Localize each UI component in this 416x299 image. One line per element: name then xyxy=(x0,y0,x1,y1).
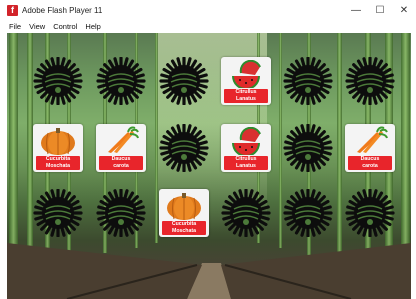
game-stage: Citrullus Lanatus Cucurbita Moschata Daucu… xyxy=(7,33,411,299)
memory-card-back[interactable] xyxy=(159,123,209,173)
pumpkin-icon xyxy=(41,128,75,155)
flash-app-icon: f xyxy=(7,4,18,16)
memory-card-back[interactable] xyxy=(96,188,146,238)
emblem-icon xyxy=(159,56,209,106)
memory-card-back[interactable] xyxy=(345,188,395,238)
card-label-line2: Lanatus xyxy=(236,96,256,102)
card-label-line1: Daucus xyxy=(111,156,131,162)
memory-card-back[interactable] xyxy=(221,188,271,238)
card-label: Daucus carota xyxy=(99,156,143,170)
card-label-line2: Moschata xyxy=(46,163,70,169)
emblem-icon xyxy=(283,56,333,106)
memory-card-face[interactable]: Citrullus Lanatus xyxy=(221,57,271,105)
title-bar: f Adobe Flash Player 11 — ☐ ✕ xyxy=(0,0,416,20)
card-label: Daucus carota xyxy=(348,156,392,170)
memory-card-face[interactable]: Cucurbita Moschata xyxy=(33,124,83,172)
emblem-icon xyxy=(96,188,146,238)
card-label-line2: Moschata xyxy=(172,228,196,234)
minimize-button[interactable]: — xyxy=(344,0,368,20)
card-label: Citrullus Lanatus xyxy=(224,156,268,170)
emblem-icon xyxy=(345,56,395,106)
window-title: Adobe Flash Player 11 xyxy=(22,5,103,15)
card-label: Cucurbita Moschata xyxy=(162,221,206,235)
memory-card-face[interactable]: Citrullus Lanatus xyxy=(221,124,271,172)
memory-card-back[interactable] xyxy=(96,56,146,106)
carrot-icon xyxy=(357,126,388,153)
card-label-line1: Cucurbita xyxy=(45,156,71,162)
card-label: Citrullus Lanatus xyxy=(224,89,268,103)
memory-card-back[interactable] xyxy=(283,56,333,106)
watermelon-icon xyxy=(232,60,261,88)
emblem-icon xyxy=(283,123,333,173)
emblem-icon xyxy=(345,188,395,238)
carrot-icon xyxy=(108,126,139,153)
memory-card-face[interactable]: Daucus carota xyxy=(96,124,146,172)
emblem-icon xyxy=(159,123,209,173)
window-controls: — ☐ ✕ xyxy=(344,0,416,20)
memory-card-back[interactable] xyxy=(345,56,395,106)
card-label: Cucurbita Moschata xyxy=(36,156,80,170)
menu-control[interactable]: Control xyxy=(49,22,81,31)
pumpkin-icon xyxy=(167,193,201,220)
card-label-line2: carota xyxy=(362,163,378,169)
card-picture xyxy=(33,124,83,158)
menu-help[interactable]: Help xyxy=(81,22,104,31)
menu-file[interactable]: File xyxy=(0,22,25,31)
card-picture xyxy=(96,124,146,158)
emblem-icon xyxy=(96,56,146,106)
memory-card-back[interactable] xyxy=(283,188,333,238)
emblem-icon xyxy=(221,188,271,238)
card-label-line2: carota xyxy=(113,163,129,169)
menu-bar: File View Control Help xyxy=(0,20,416,32)
memory-card-back[interactable] xyxy=(159,56,209,106)
watermelon-icon xyxy=(232,127,261,155)
maximize-button[interactable]: ☐ xyxy=(368,0,392,20)
card-label-line2: Lanatus xyxy=(236,163,256,169)
memory-card-back[interactable] xyxy=(283,123,333,173)
memory-card-back[interactable] xyxy=(33,56,83,106)
memory-card-back[interactable] xyxy=(33,188,83,238)
card-label-line1: Citrullus xyxy=(235,156,257,162)
emblem-icon xyxy=(283,188,333,238)
card-picture xyxy=(221,124,271,158)
card-picture xyxy=(221,57,271,91)
close-button[interactable]: ✕ xyxy=(392,0,416,20)
memory-card-face[interactable]: Cucurbita Moschata xyxy=(159,189,209,237)
card-label-line1: Cucurbita xyxy=(171,221,197,227)
emblem-icon xyxy=(33,56,83,106)
memory-card-face[interactable]: Daucus carota xyxy=(345,124,395,172)
card-label-line1: Daucus xyxy=(360,156,380,162)
emblem-icon xyxy=(33,188,83,238)
card-picture xyxy=(345,124,395,158)
card-label-line1: Citrullus xyxy=(235,89,257,95)
menu-view[interactable]: View xyxy=(25,22,49,31)
card-picture xyxy=(159,189,209,223)
